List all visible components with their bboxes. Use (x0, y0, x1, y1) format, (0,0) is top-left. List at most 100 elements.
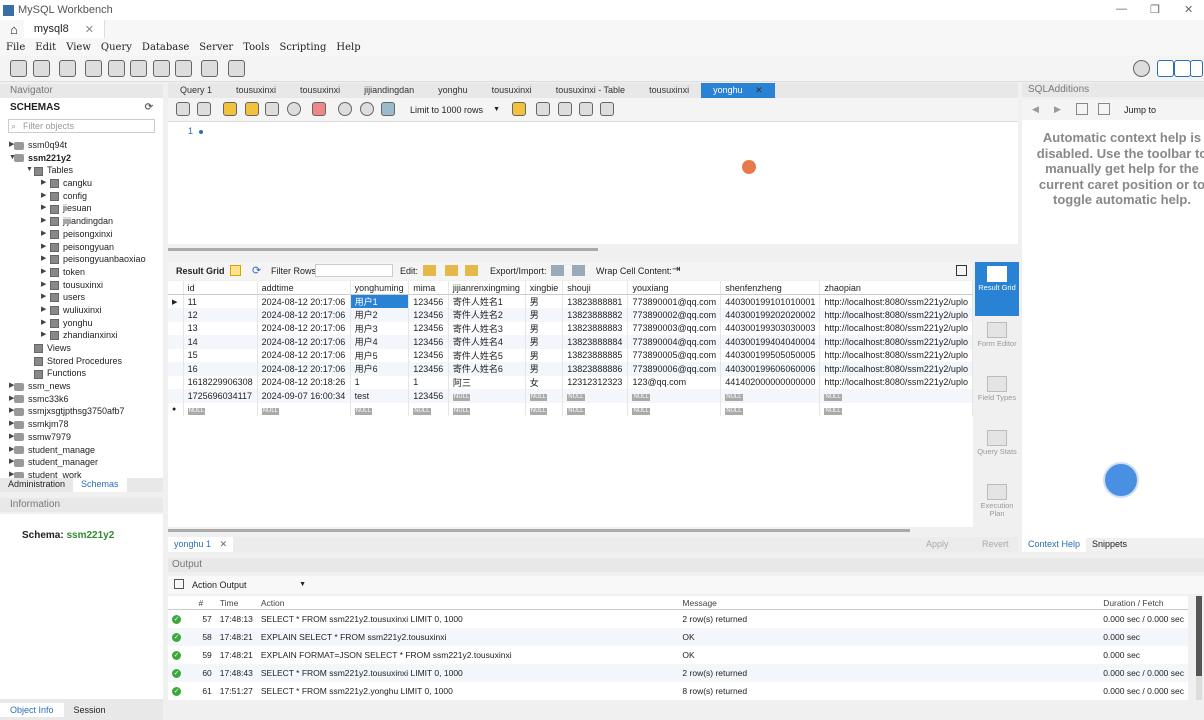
table-row[interactable]: 14 2024-08-12 20:17:06 用户4 123456 寄件人姓名4 男 138… (168, 335, 973, 349)
table-item[interactable]: ▶ peisongxinxi (0, 228, 163, 241)
column-header[interactable]: yonghuming (350, 281, 410, 295)
edit-row-icon[interactable] (423, 265, 436, 276)
manual-help-icon[interactable] (1076, 103, 1088, 115)
cell[interactable]: 用户3 (350, 321, 410, 335)
schema-item[interactable]: ▶ ssmkjm78 (0, 418, 163, 431)
table-row[interactable]: ▶ 11 2024-08-12 20:17:06 用户1 123456 寄件人姓名1 男 1… (168, 294, 973, 308)
cell[interactable]: 1725696034117 (183, 389, 258, 403)
invisible-chars-icon[interactable] (579, 102, 593, 116)
cell[interactable]: 123456 (408, 308, 449, 322)
maximize-icon[interactable]: ❐ (1150, 3, 1160, 16)
menu-scripting[interactable]: Scripting (279, 42, 326, 53)
null-cell[interactable]: NULL (562, 402, 629, 416)
tab-administration[interactable]: Administration (0, 478, 73, 492)
rollback-icon[interactable] (360, 102, 374, 116)
refresh-icon[interactable]: ⟳ (252, 264, 261, 277)
schema-item[interactable]: ▶ ssmjxsgtjpthsg3750afb7 (0, 405, 163, 418)
field-types-button[interactable]: Field Types (975, 376, 1019, 402)
cell[interactable]: http://localhost:8080/ssm221y2/uplo (819, 321, 973, 335)
cell[interactable]: 440300199505050005 (720, 348, 821, 362)
table-item[interactable]: ▶ users (0, 291, 163, 304)
toggle-output-icon[interactable] (1174, 60, 1191, 77)
filter-objects-input[interactable]: ⌕ Filter objects (8, 119, 155, 133)
cell-selected[interactable]: 用户1 (350, 294, 410, 308)
schema-item[interactable]: ▶ student_work (0, 469, 163, 478)
open-file-icon[interactable] (176, 102, 190, 116)
null-cell[interactable]: NULL (720, 402, 821, 416)
query-stats-button[interactable]: Query Stats (975, 430, 1019, 456)
tab-session[interactable]: Session (64, 703, 116, 717)
cell[interactable]: 16 (183, 362, 258, 376)
tab-query-active[interactable]: yonghu ✕ (701, 83, 775, 98)
null-cell[interactable]: NULL (627, 402, 722, 416)
null-cell[interactable]: NULL (562, 389, 629, 403)
cell[interactable]: 773890001@qq.com (627, 294, 722, 308)
output-row[interactable]: ✓ 60 17:48:43 SELECT * FROM ssm221y2.tousu… (168, 663, 1188, 682)
import-icon[interactable] (572, 265, 585, 276)
output-mode-select[interactable]: Action Output ▼ (190, 578, 308, 592)
cell[interactable]: 440300199101010001 (720, 294, 821, 308)
create-table-icon[interactable] (108, 60, 125, 77)
table-item[interactable]: ▶ jiesuan (0, 202, 163, 215)
null-cell[interactable]: NULL (525, 402, 564, 416)
cell[interactable]: 阿三 (448, 375, 526, 389)
cell[interactable]: 用户4 (350, 335, 410, 349)
result-grid[interactable]: id addtime yonghuming mima jijianrenxing… (168, 281, 973, 527)
schema-item[interactable]: ▶ student_manager (0, 456, 163, 469)
column-header[interactable]: youxiang (627, 281, 722, 295)
cell[interactable]: 2024-08-12 20:17:06 (257, 335, 351, 349)
table-item[interactable]: ▶ peisongyuanbaoxiao (0, 253, 163, 266)
cell[interactable]: http://localhost:8080/ssm221y2/uplo (819, 348, 973, 362)
column-header[interactable]: shouji (562, 281, 629, 295)
find-icon[interactable] (558, 102, 572, 116)
minimize-icon[interactable]: — (1116, 3, 1127, 15)
toggle-secondary-sidebar-icon[interactable] (1190, 60, 1203, 77)
limit-rows-select[interactable]: Limit to 1000 rows ▼ (406, 102, 502, 118)
tab-context-help[interactable]: Context Help (1022, 538, 1087, 552)
column-header[interactable]: id (183, 281, 258, 295)
null-cell[interactable]: NULL (819, 389, 973, 403)
null-cell[interactable]: NULL (525, 389, 564, 403)
result-tab[interactable]: yonghu 1 ✕ (168, 537, 234, 552)
cell[interactable]: http://localhost:8080/ssm221y2/uplo (819, 362, 973, 376)
cell[interactable]: 441402000000000000 (720, 375, 821, 389)
commit-icon[interactable] (338, 102, 352, 116)
output-scrollbar[interactable] (1196, 596, 1202, 700)
cell[interactable]: 123456 (408, 294, 449, 308)
cell[interactable]: 男 (525, 348, 564, 362)
cell[interactable]: 13823888884 (562, 335, 629, 349)
procedures-folder[interactable]: Stored Procedures (0, 355, 163, 368)
cell[interactable]: 2024-08-12 20:17:06 (257, 308, 351, 322)
create-procedure-icon[interactable] (153, 60, 170, 77)
tables-folder[interactable]: ▼ Tables (0, 164, 163, 177)
null-cell[interactable]: NULL (720, 389, 821, 403)
cell[interactable]: 123456 (408, 321, 449, 335)
menu-tools[interactable]: Tools (243, 42, 269, 53)
cell[interactable]: 寄件人姓名1 (448, 294, 526, 308)
column-header[interactable]: shenfenzheng (720, 281, 821, 295)
cell[interactable]: 2024-08-12 20:17:06 (257, 321, 351, 335)
null-cell[interactable]: NULL (819, 402, 973, 416)
table-row[interactable]: 1725696034117 2024-09-07 16:00:34 test 1234… (168, 389, 973, 403)
save-icon[interactable] (197, 102, 211, 116)
null-cell[interactable]: NULL (627, 389, 722, 403)
open-sql-script-icon[interactable] (33, 60, 50, 77)
table-item[interactable]: ▶ jijiandingdan (0, 215, 163, 228)
new-sql-tab-icon[interactable] (10, 60, 27, 77)
close-icon[interactable]: ✕ (220, 539, 228, 549)
form-editor-button[interactable]: Form Editor (975, 322, 1019, 348)
home-icon[interactable]: ⌂ (10, 22, 18, 37)
cell[interactable]: 773890003@qq.com (627, 321, 722, 335)
settings-icon[interactable] (1133, 60, 1150, 77)
table-item[interactable]: ▶ wuliuxinxi (0, 304, 163, 317)
table-row[interactable]: 13 2024-08-12 20:17:06 用户3 123456 寄件人姓名3 男 138… (168, 321, 973, 335)
cell[interactable]: http://localhost:8080/ssm221y2/uplo (819, 335, 973, 349)
cell[interactable]: 13823888886 (562, 362, 629, 376)
stop-icon[interactable] (287, 102, 301, 116)
table-row[interactable]: 15 2024-08-12 20:17:06 用户5 123456 寄件人姓名5 男 138… (168, 348, 973, 362)
cell[interactable]: 123@qq.com (627, 375, 722, 389)
cell[interactable]: 寄件人姓名6 (448, 362, 526, 376)
schema-item[interactable]: ▶ ssmc33k6 (0, 393, 163, 406)
delete-row-icon[interactable] (465, 265, 478, 276)
cell[interactable]: 440300199404040004 (720, 335, 821, 349)
